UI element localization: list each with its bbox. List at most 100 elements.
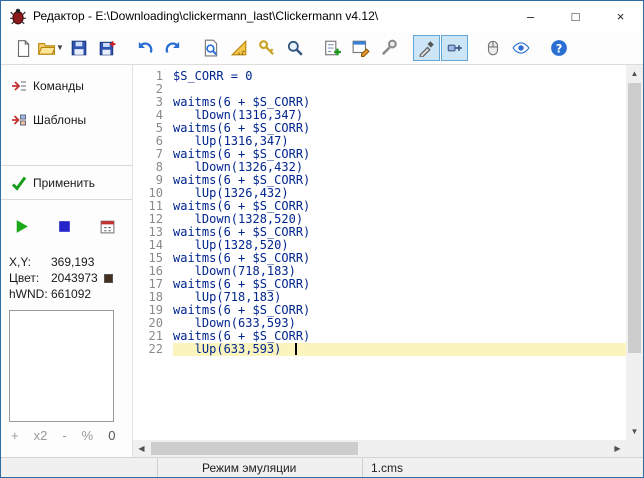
floppy-icon	[70, 39, 88, 57]
close-button[interactable]: ×	[598, 1, 643, 31]
new-file-button[interactable]	[9, 35, 36, 61]
horizontal-scroll-thumb[interactable]	[151, 442, 359, 455]
app-logo-icon	[9, 7, 27, 25]
undo-icon	[136, 39, 154, 57]
preview-box	[9, 310, 114, 422]
status-bar: Режим эмуляции 1.cms	[1, 457, 643, 477]
editor-line[interactable]: 22 lUp(633,593)	[133, 343, 626, 356]
stat-hwnd-label: hWND:	[9, 287, 48, 301]
line-number: 7	[155, 147, 163, 161]
status-section-empty	[1, 458, 157, 477]
minimize-button[interactable]: –	[508, 1, 553, 31]
scroll-up-arrow-icon[interactable]: ▲	[626, 65, 643, 82]
maximize-button[interactable]: □	[553, 1, 598, 31]
open-file-button[interactable]: ▼	[37, 35, 64, 61]
magnifier-button[interactable]	[281, 35, 308, 61]
scroll-left-arrow-icon[interactable]: ◀	[133, 440, 150, 457]
color-swatch	[103, 274, 113, 283]
script-icon	[352, 39, 370, 57]
status-section-mode: Режим эмуляции	[157, 458, 362, 477]
titlebar: Редактор - E:\Downloading\clickermann_la…	[1, 1, 643, 31]
scroll-right-arrow-icon[interactable]: ▶	[609, 440, 626, 457]
mouse-recorder-button[interactable]	[479, 35, 506, 61]
editor-line[interactable]: 1 $S_CORR = 0	[133, 70, 626, 83]
stop-button[interactable]	[56, 218, 73, 235]
schedule-icon	[99, 218, 116, 235]
wrench-search-icon	[380, 39, 398, 57]
stat-color-value: 2043973	[51, 271, 98, 285]
vertical-scroll-thumb[interactable]	[628, 83, 641, 353]
line-number: 4	[155, 108, 163, 122]
status-section-file: 1.cms	[362, 458, 643, 477]
apply-button[interactable]: Применить	[1, 166, 132, 199]
stat-hwnd-value: 661092	[51, 287, 92, 301]
apply-label: Применить	[33, 175, 96, 190]
stat-xy: X,Y: 369,193	[9, 254, 132, 270]
chevron-down-icon[interactable]: ▼	[56, 43, 64, 52]
sidebar-item-commands[interactable]: Команды	[1, 75, 132, 97]
zoom-in-button[interactable]: +	[11, 428, 19, 443]
play-button[interactable]	[13, 218, 30, 235]
line-number: 3	[155, 95, 163, 109]
hotkeys-button[interactable]	[253, 35, 280, 61]
sidebar: Команды Шаблоны Применить X,Y: 369,193 Ц…	[1, 65, 132, 457]
templates-icon	[11, 112, 27, 128]
pipette-icon	[418, 39, 436, 57]
help-icon: ?	[550, 39, 568, 57]
schedule-button[interactable]	[99, 218, 116, 235]
pointer-stats: X,Y: 369,193 Цвет: 2043973 hWND: 661092	[1, 254, 132, 302]
line-number: 6	[155, 134, 163, 148]
zoom-out-button[interactable]: -	[62, 428, 66, 443]
floppy-plus-icon	[98, 39, 116, 57]
vertical-scrollbar[interactable]: ▲ ▼	[626, 65, 643, 440]
ruler-icon	[230, 39, 248, 57]
save-as-button[interactable]	[93, 35, 120, 61]
stat-color: Цвет: 2043973	[9, 270, 132, 286]
zoom-scale-label: x2	[33, 428, 48, 443]
apply-section: Применить	[1, 165, 132, 200]
page-search-icon	[202, 39, 220, 57]
line-code: lUp(633,593)	[173, 343, 626, 356]
svg-text:?: ?	[555, 42, 562, 55]
check-icon	[11, 175, 27, 191]
eye-icon	[511, 39, 530, 57]
redo-button[interactable]	[159, 35, 186, 61]
line-number: 8	[155, 160, 163, 174]
scroll-down-arrow-icon[interactable]: ▼	[626, 423, 643, 440]
mouse-icon	[484, 39, 502, 57]
line-number: 2	[155, 82, 163, 96]
line-code: $S_CORR = 0	[173, 69, 253, 83]
help-button[interactable]: ?	[545, 35, 572, 61]
play-icon	[13, 218, 30, 235]
undo-button[interactable]	[131, 35, 158, 61]
run-controls	[1, 200, 132, 238]
templates-label: Шаблоны	[33, 113, 87, 127]
text-caret	[295, 343, 298, 355]
stop-icon	[56, 218, 73, 235]
code-editor[interactable]: 1 $S_CORR = 0 2 3 waitms(6 + $S_CORR) 4 lDown…	[132, 65, 643, 457]
percent-label: %	[81, 428, 94, 443]
folder-icon	[37, 39, 56, 57]
ruler-button[interactable]	[225, 35, 252, 61]
scrollbar-corner	[626, 440, 643, 457]
window: Редактор - E:\Downloading\clickermann_la…	[0, 0, 644, 478]
commands-icon	[11, 78, 27, 94]
window-probe-button[interactable]	[441, 34, 468, 61]
status-mode: Режим эмуляции	[202, 460, 297, 475]
horizontal-scrollbar[interactable]: ◀ ▶	[133, 440, 626, 457]
status-filename: 1.cms	[371, 460, 404, 475]
save-button[interactable]	[65, 35, 92, 61]
line-number: 22	[148, 342, 163, 356]
toolbar: ▼?	[1, 31, 643, 65]
view-button[interactable]	[507, 35, 534, 61]
color-picker-button[interactable]	[413, 34, 440, 61]
sidebar-item-templates[interactable]: Шаблоны	[1, 109, 132, 131]
add-command-button[interactable]	[319, 35, 346, 61]
line-number: 5	[155, 121, 163, 135]
tools-button[interactable]	[375, 35, 402, 61]
preview-zoom-controls: + x2 - % 0	[1, 428, 132, 443]
plug-icon	[446, 39, 464, 57]
edit-script-button[interactable]	[347, 35, 374, 61]
zoom-value: 0	[108, 428, 116, 443]
find-image-button[interactable]	[197, 35, 224, 61]
